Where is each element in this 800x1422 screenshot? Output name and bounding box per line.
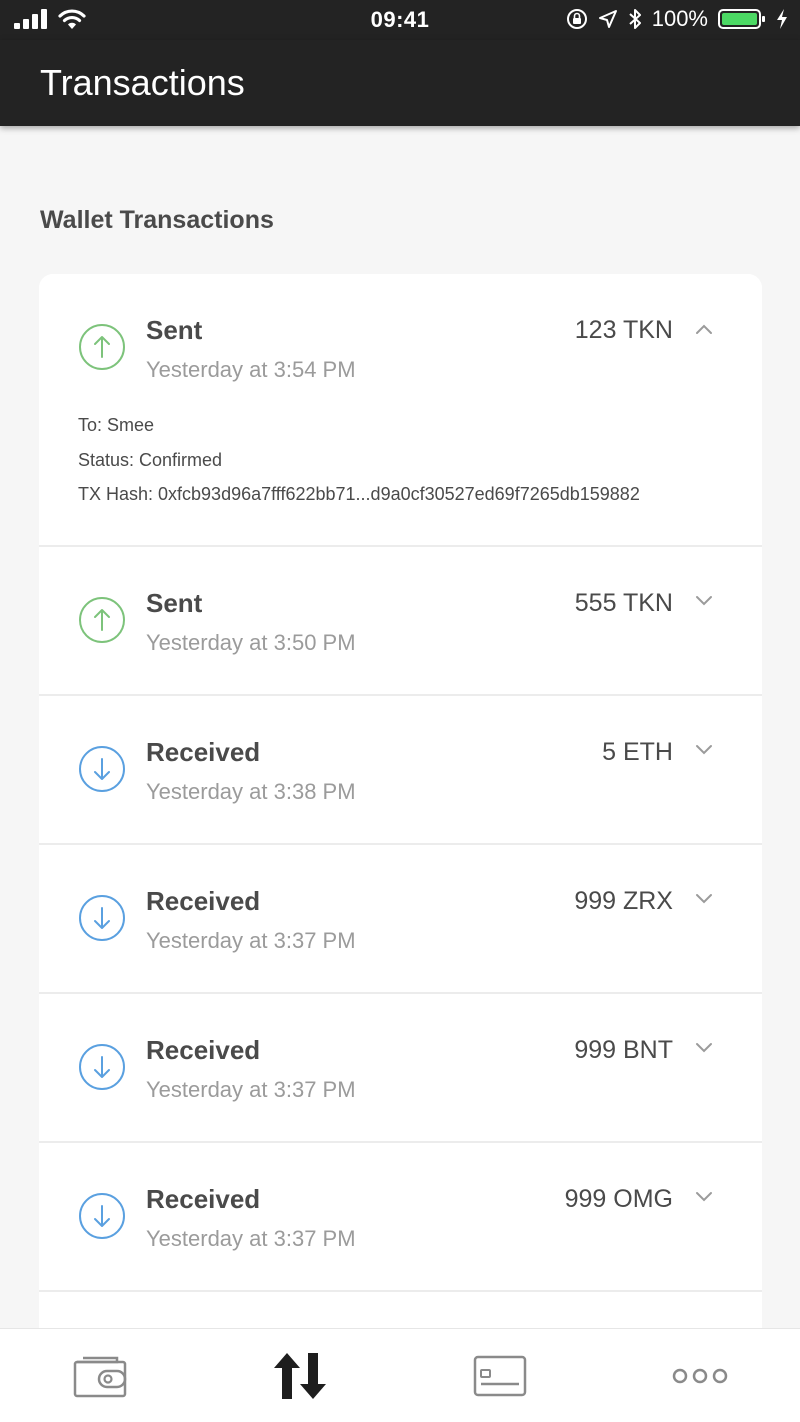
transaction-status: Status: Confirmed bbox=[78, 450, 223, 470]
app-header: Transactions bbox=[0, 40, 800, 126]
charging-bolt-icon bbox=[777, 9, 787, 29]
transaction-recipient: To: Smee bbox=[78, 415, 155, 435]
transaction-amount: 999 OMG bbox=[564, 1185, 673, 1213]
transaction-row[interactable]: Received Yesterday at 3:37 PM 999 OMG bbox=[39, 1143, 762, 1292]
transaction-amount: 5 ETH bbox=[602, 738, 673, 766]
transaction-time: Yesterday at 3:37 PM bbox=[146, 1226, 356, 1251]
tab-card[interactable] bbox=[400, 1329, 600, 1422]
received-arrow-icon bbox=[79, 1193, 125, 1239]
chevron-down-icon[interactable] bbox=[695, 743, 713, 755]
page-title: Transactions bbox=[40, 62, 245, 103]
location-icon bbox=[598, 10, 617, 28]
transfer-arrows-icon bbox=[274, 1353, 326, 1399]
transaction-list: Sent Yesterday at 3:54 PM 123 TKN To: Sm… bbox=[39, 274, 762, 1328]
status-bar: 09:41 100% bbox=[0, 0, 800, 40]
section-title: Wallet Transactions bbox=[40, 206, 274, 234]
transaction-hash: TX Hash: 0xfcb93d96a7fff622bb71...d9a0cf… bbox=[78, 484, 640, 504]
chevron-up-icon[interactable] bbox=[695, 323, 713, 335]
wallet-icon bbox=[73, 1356, 127, 1398]
chevron-down-icon[interactable] bbox=[695, 892, 713, 904]
transaction-type: Received bbox=[146, 737, 261, 767]
transaction-amount: 123 TKN bbox=[574, 316, 673, 344]
transaction-row[interactable]: Received Yesterday at 3:37 PM 999 ZRX bbox=[39, 845, 762, 994]
transaction-time: Yesterday at 3:37 PM bbox=[146, 1077, 356, 1102]
transaction-time: Yesterday at 3:38 PM bbox=[146, 779, 356, 804]
transaction-type: Sent bbox=[146, 315, 203, 345]
transaction-row[interactable]: Sent Yesterday at 3:50 PM 555 TKN bbox=[39, 547, 762, 696]
transaction-row[interactable] bbox=[39, 1292, 762, 1328]
transaction-type: Received bbox=[146, 1184, 261, 1214]
chevron-down-icon[interactable] bbox=[695, 594, 713, 606]
received-arrow-icon bbox=[79, 746, 125, 792]
transaction-row[interactable]: Sent Yesterday at 3:54 PM 123 TKN To: Sm… bbox=[39, 274, 762, 547]
battery-icon bbox=[718, 9, 765, 29]
transaction-amount: 555 TKN bbox=[574, 589, 673, 617]
sent-arrow-icon bbox=[79, 324, 125, 370]
card-icon bbox=[473, 1355, 527, 1397]
tab-transactions[interactable] bbox=[200, 1329, 400, 1422]
received-arrow-icon bbox=[79, 895, 125, 941]
battery-percent: 100% bbox=[651, 6, 708, 31]
tab-more[interactable] bbox=[600, 1329, 800, 1422]
sent-arrow-icon bbox=[79, 597, 125, 643]
transaction-time: Yesterday at 3:37 PM bbox=[146, 928, 356, 953]
chevron-down-icon[interactable] bbox=[695, 1190, 713, 1202]
transaction-row[interactable]: Received Yesterday at 3:38 PM 5 ETH bbox=[39, 696, 762, 845]
tab-wallet[interactable] bbox=[0, 1329, 200, 1422]
bluetooth-icon bbox=[629, 9, 641, 29]
transaction-type: Received bbox=[146, 1035, 261, 1065]
transaction-type: Received bbox=[146, 886, 261, 916]
chevron-down-icon[interactable] bbox=[695, 1041, 713, 1053]
more-dots-icon bbox=[672, 1368, 728, 1384]
transaction-amount: 999 BNT bbox=[574, 1036, 673, 1064]
transaction-time: Yesterday at 3:54 PM bbox=[146, 357, 356, 382]
transaction-row[interactable]: Received Yesterday at 3:37 PM 999 BNT bbox=[39, 994, 762, 1143]
rotation-lock-icon bbox=[566, 9, 587, 29]
received-arrow-icon bbox=[79, 1044, 125, 1090]
tab-bar bbox=[0, 1328, 800, 1422]
transaction-amount: 999 ZRX bbox=[574, 887, 673, 915]
transaction-type: Sent bbox=[146, 588, 203, 618]
transaction-time: Yesterday at 3:50 PM bbox=[146, 630, 356, 655]
status-right: 100% bbox=[566, 6, 788, 32]
